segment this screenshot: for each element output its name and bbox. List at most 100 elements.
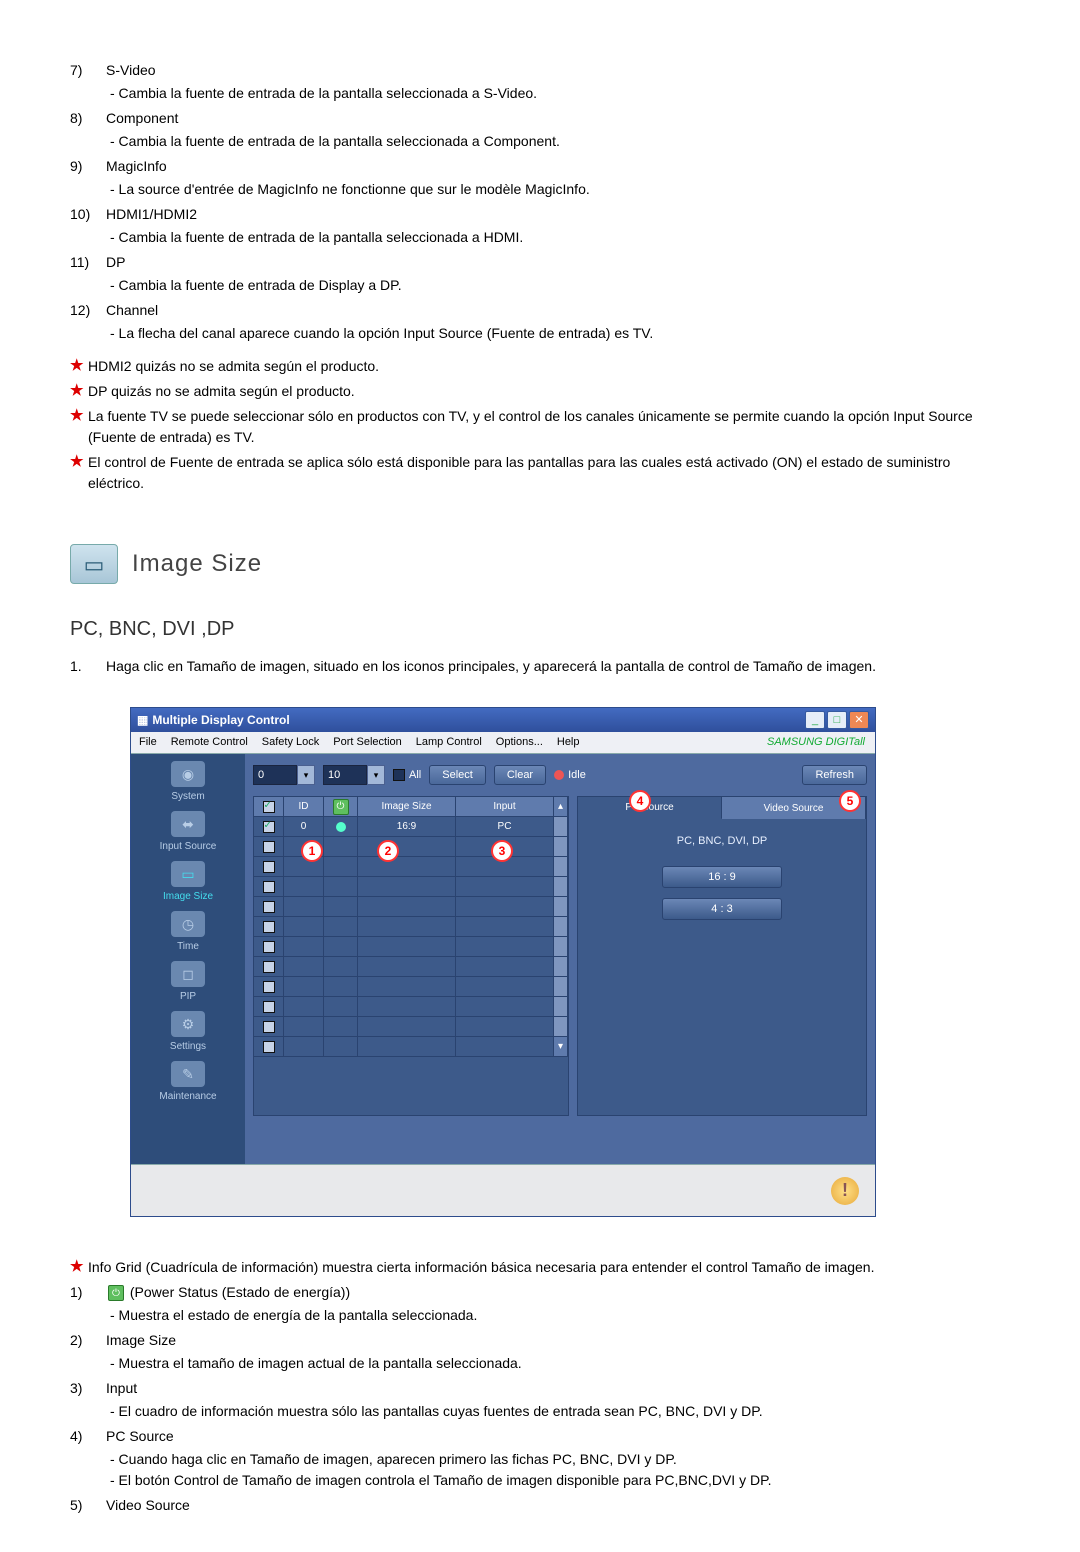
row-checkbox[interactable] bbox=[263, 1041, 275, 1053]
clear-button[interactable]: Clear bbox=[494, 765, 546, 785]
menu-remote-control[interactable]: Remote Control bbox=[171, 734, 248, 751]
callout-5-icon: 5 bbox=[839, 790, 861, 812]
menu-safety-lock[interactable]: Safety Lock bbox=[262, 734, 319, 751]
minimize-button[interactable]: _ bbox=[805, 711, 825, 729]
menu-help[interactable]: Help bbox=[557, 734, 580, 751]
range-end-spinner[interactable]: ▾ bbox=[323, 765, 385, 785]
idle-indicator: Idle bbox=[554, 767, 586, 784]
note-text: HDMI2 quizás no se admita según el produ… bbox=[88, 356, 1010, 377]
col-check[interactable] bbox=[254, 797, 284, 816]
settings-icon: ⚙ bbox=[171, 1011, 205, 1037]
power-status-icon: ⏻ bbox=[108, 1285, 124, 1301]
list-item: 8) Component - Cambia la fuente de entra… bbox=[70, 108, 1010, 152]
note-text: Info Grid (Cuadrícula de información) mu… bbox=[88, 1257, 1010, 1278]
item-desc: - El cuadro de información muestra sólo … bbox=[110, 1401, 1010, 1422]
item-title: Video Source bbox=[106, 1495, 1010, 1516]
power-status-icon: ⏻ bbox=[333, 799, 349, 815]
app-screenshot: ▦Multiple Display Control _ □ ✕ File Rem… bbox=[130, 707, 1010, 1217]
row-checkbox[interactable] bbox=[263, 901, 275, 913]
col-input: Input bbox=[456, 797, 554, 816]
row-checkbox[interactable] bbox=[263, 841, 275, 853]
spinner-down-icon[interactable]: ▾ bbox=[297, 765, 315, 785]
item-desc: - Muestra el estado de energía de la pan… bbox=[110, 1305, 1010, 1326]
item-title: Input bbox=[106, 1378, 1010, 1399]
table-row[interactable]: 0 16:9 PC bbox=[254, 817, 568, 837]
source-tabs-panel: PC Source Video Source PC, BNC, DVI, DP … bbox=[577, 796, 867, 1116]
row-checkbox[interactable] bbox=[263, 821, 275, 833]
list-item: 2) Image Size - Muestra el tamaño de ima… bbox=[70, 1330, 1010, 1374]
image-size-section-icon: ▭ bbox=[70, 544, 118, 584]
list-item: 9) MagicInfo - La source d'entrée de Mag… bbox=[70, 156, 1010, 200]
item-number: 10) bbox=[70, 204, 106, 248]
item-number: 1. bbox=[70, 656, 106, 677]
menu-port-selection[interactable]: Port Selection bbox=[333, 734, 401, 751]
menu-options[interactable]: Options... bbox=[496, 734, 543, 751]
item-title: MagicInfo bbox=[106, 156, 1010, 177]
callout-3-icon: 3 bbox=[491, 840, 513, 862]
scrollbar-track[interactable] bbox=[554, 817, 568, 837]
item-title: DP bbox=[106, 252, 1010, 273]
cell-power bbox=[324, 817, 358, 837]
item-desc: - El botón Control de Tamaño de imagen c… bbox=[110, 1470, 1010, 1491]
section-header: ▭ Image Size bbox=[70, 544, 1010, 584]
range-end-input[interactable] bbox=[323, 765, 367, 785]
list-item: 3) Input - El cuadro de información mues… bbox=[70, 1378, 1010, 1422]
input-source-icon: ⬌ bbox=[171, 811, 205, 837]
item-number: 4) bbox=[70, 1426, 106, 1491]
info-grid-note: ★ Info Grid (Cuadrícula de información) … bbox=[70, 1257, 1010, 1278]
menu-file[interactable]: File bbox=[139, 734, 157, 751]
sidebar-item-pip[interactable]: ◻PIP bbox=[133, 958, 243, 1008]
row-checkbox[interactable] bbox=[263, 1001, 275, 1013]
maintenance-icon: ✎ bbox=[171, 1061, 205, 1087]
numbered-list-b: 1) ⏻ (Power Status (Estado de energía)) … bbox=[70, 1282, 1010, 1518]
range-start-spinner[interactable]: ▾ bbox=[253, 765, 315, 785]
close-button[interactable]: ✕ bbox=[849, 711, 869, 729]
row-checkbox[interactable] bbox=[263, 1021, 275, 1033]
time-icon: ◷ bbox=[171, 911, 205, 937]
row-checkbox[interactable] bbox=[263, 921, 275, 933]
sidebar-item-maintenance[interactable]: ✎Maintenance bbox=[133, 1058, 243, 1108]
item-desc: - Cambia la fuente de entrada de la pant… bbox=[110, 83, 1010, 104]
select-button[interactable]: Select bbox=[429, 765, 486, 785]
col-id: ID bbox=[284, 797, 324, 816]
row-checkbox[interactable] bbox=[263, 881, 275, 893]
cell-id: 0 bbox=[284, 817, 324, 837]
sidebar-item-time[interactable]: ◷Time bbox=[133, 908, 243, 958]
col-power: ⏻ bbox=[324, 797, 358, 816]
sidebar-item-input-source[interactable]: ⬌Input Source bbox=[133, 808, 243, 858]
menu-lamp-control[interactable]: Lamp Control bbox=[416, 734, 482, 751]
range-start-input[interactable] bbox=[253, 765, 297, 785]
item-title: Image Size bbox=[106, 1330, 1010, 1351]
spinner-down-icon[interactable]: ▾ bbox=[367, 765, 385, 785]
row-checkbox[interactable] bbox=[263, 941, 275, 953]
star-icon: ★ bbox=[70, 381, 88, 402]
warning-icon: ! bbox=[831, 1177, 859, 1205]
list-item: 5) Video Source bbox=[70, 1495, 1010, 1518]
brand-label: SAMSUNG DIGITall bbox=[767, 734, 871, 751]
list-item: 10) HDMI1/HDMI2 - Cambia la fuente de en… bbox=[70, 204, 1010, 248]
table-header: ID ⏻ Image Size Input ▴ bbox=[254, 797, 568, 817]
item-title: ⏻ (Power Status (Estado de energía)) bbox=[106, 1282, 1010, 1303]
sidebar-item-settings[interactable]: ⚙Settings bbox=[133, 1008, 243, 1058]
row-checkbox[interactable] bbox=[263, 861, 275, 873]
item-desc: - Muestra el tamaño de imagen actual de … bbox=[110, 1353, 1010, 1374]
sidebar-item-image-size[interactable]: ▭Image Size bbox=[133, 858, 243, 908]
row-checkbox[interactable] bbox=[263, 961, 275, 973]
ratio-4-3-button[interactable]: 4 : 3 bbox=[662, 898, 782, 920]
star-icon: ★ bbox=[70, 406, 88, 448]
row-checkbox[interactable] bbox=[263, 981, 275, 993]
maximize-button[interactable]: □ bbox=[827, 711, 847, 729]
all-checkbox[interactable]: All bbox=[393, 767, 421, 784]
refresh-button[interactable]: Refresh bbox=[802, 765, 867, 785]
scroll-down-icon[interactable]: ▾ bbox=[554, 1037, 568, 1057]
list-item: 1) ⏻ (Power Status (Estado de energía)) … bbox=[70, 1282, 1010, 1326]
item-number: 8) bbox=[70, 108, 106, 152]
item-number: 9) bbox=[70, 156, 106, 200]
star-icon: ★ bbox=[70, 452, 88, 494]
list-item: 11) DP - Cambia la fuente de entrada de … bbox=[70, 252, 1010, 296]
sidebar-item-system[interactable]: ◉System bbox=[133, 758, 243, 808]
ratio-16-9-button[interactable]: 16 : 9 bbox=[662, 866, 782, 888]
scroll-up-icon[interactable]: ▴ bbox=[554, 797, 568, 816]
note-item: ★DP quizás no se admita según el product… bbox=[70, 381, 1010, 402]
star-icon: ★ bbox=[70, 356, 88, 377]
